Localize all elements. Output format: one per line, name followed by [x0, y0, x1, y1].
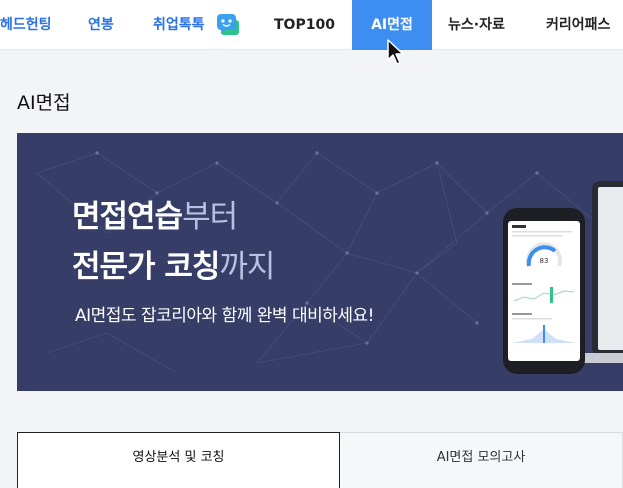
banner-headline-line2: 전문가 코칭까지 [72, 249, 275, 285]
headline-strong-2: 전문가 코칭 [72, 249, 220, 285]
page-title: AI면접 [17, 92, 71, 114]
laptop-mockup [592, 181, 623, 356]
nav-item-headhunting[interactable]: 헤드헌팅 [0, 0, 52, 50]
nav-item-top100[interactable]: TOP100 [274, 0, 335, 50]
phone-score-graphic: 83 [512, 225, 576, 343]
nav-item-news[interactable]: 뉴스·자료 [448, 0, 505, 50]
headline-light-1: 부터 [182, 199, 238, 235]
top-navigation: 헤드헌팅 연봉 취업톡톡 TOP100 AI면접 뉴스·자료 커리어패스 [0, 0, 623, 50]
nav-item-salary[interactable]: 연봉 [88, 0, 114, 50]
banner-headline-line1: 면접연습부터 [72, 199, 238, 235]
headline-light-2: 까지 [219, 249, 275, 285]
phone-mockup: 83 [503, 208, 585, 374]
banner-subcopy: AI면접도 잡코리아와 함께 완벽 대비하세요! [75, 306, 374, 326]
tab-video-analysis[interactable]: 영상분석 및 코칭 [17, 432, 340, 488]
tab-ai-mock-exam[interactable]: AI면접 모의고사 [340, 432, 623, 488]
nav-item-career-path[interactable]: 커리어패스 [546, 0, 610, 50]
nav-item-job-talk[interactable]: 취업톡톡 [153, 0, 205, 50]
content-tabs: 영상분석 및 코칭 AI면접 모의고사 [17, 432, 623, 488]
mouse-cursor-icon [387, 39, 404, 65]
chat-bubble-icon [217, 14, 239, 35]
headline-strong-1: 면접연습 [72, 199, 183, 235]
promo-banner[interactable]: 면접연습부터 전문가 코칭까지 AI면접도 잡코리아와 함께 완벽 대비하세요!… [17, 133, 623, 391]
phone-screen: 83 [508, 221, 580, 361]
phone-score-text: 83 [540, 257, 549, 265]
